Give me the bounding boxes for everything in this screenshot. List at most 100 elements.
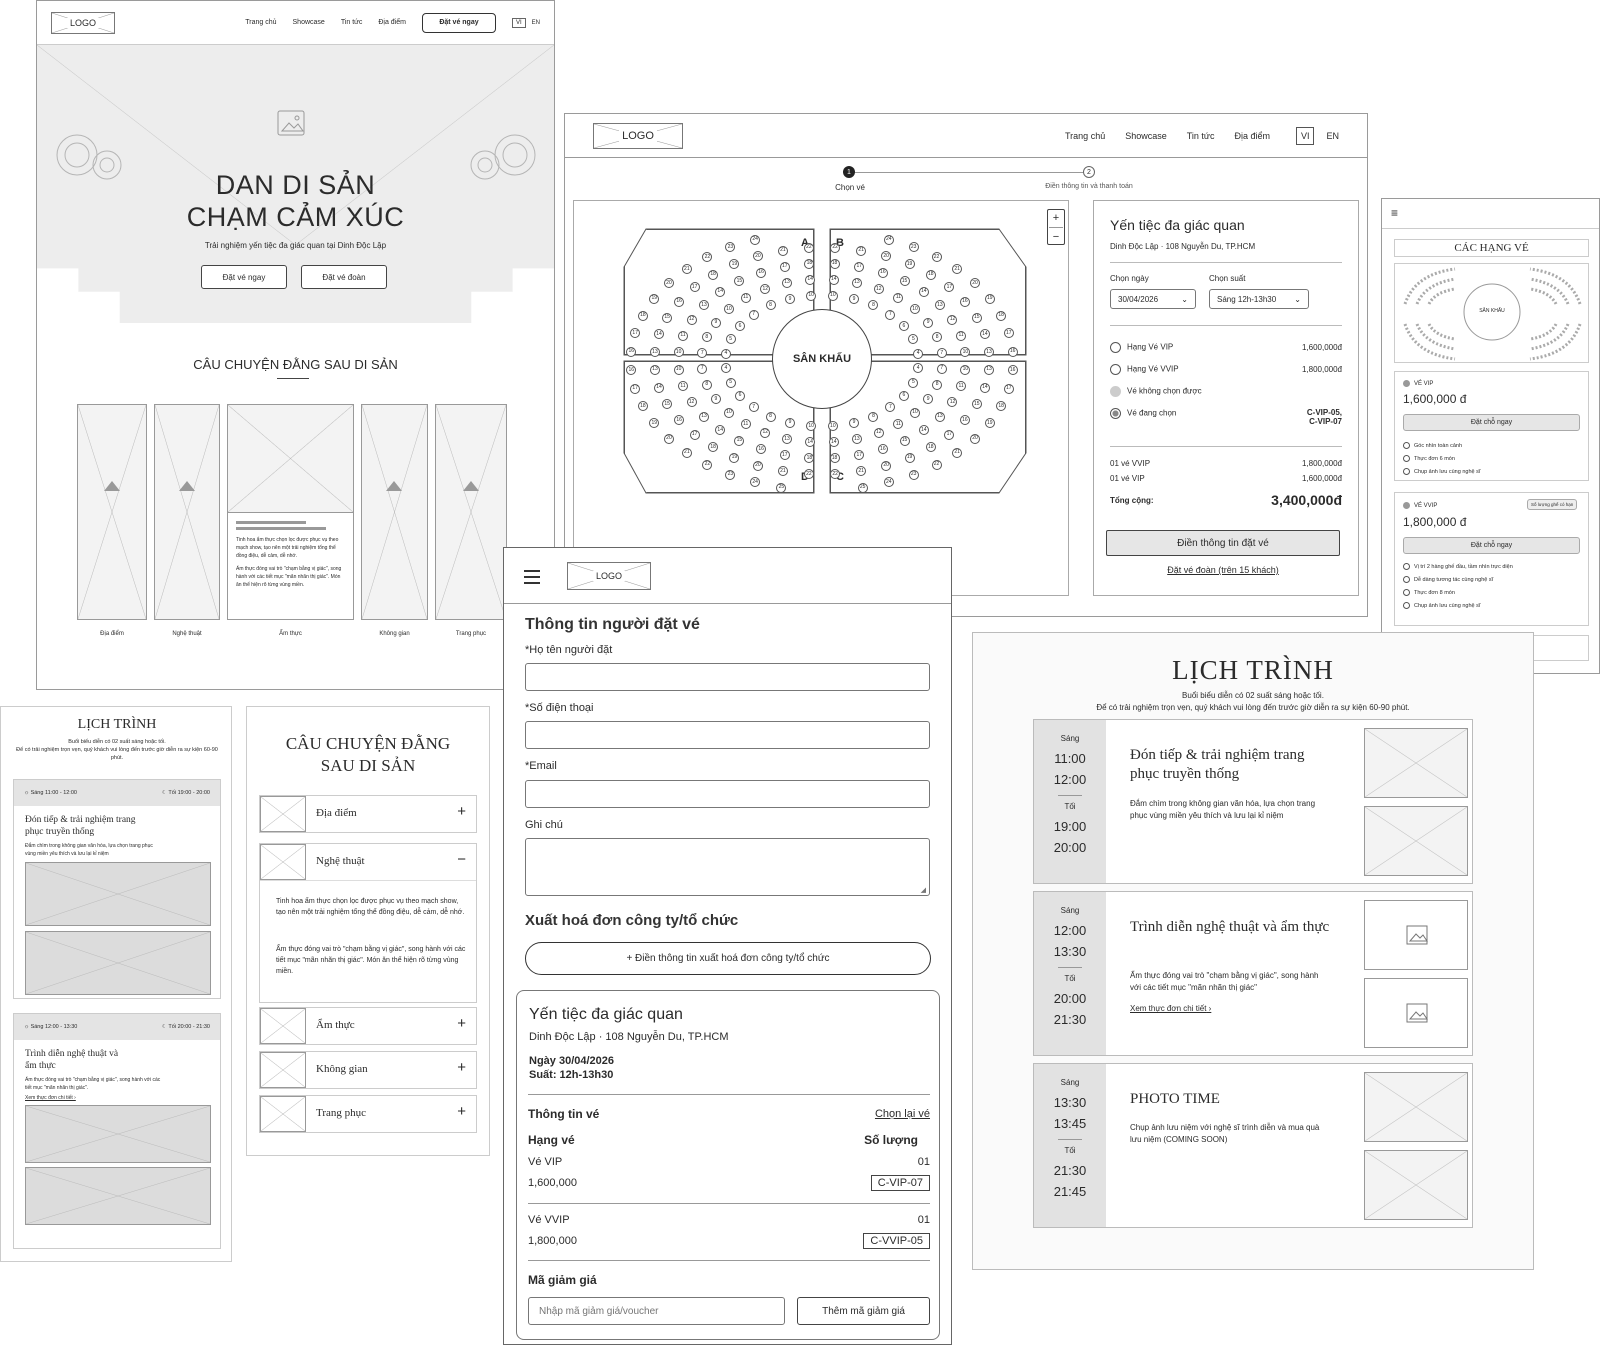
seat[interactable]: 13 xyxy=(851,277,862,288)
nav-showcase[interactable]: Showcase xyxy=(1125,131,1167,141)
seat[interactable]: 17 xyxy=(630,383,641,394)
seat[interactable]: 21 xyxy=(856,245,867,256)
plus-icon[interactable]: + xyxy=(457,803,466,820)
group-booking-link[interactable]: Đặt vé đoàn (trên 15 khách) xyxy=(1106,565,1340,575)
seat[interactable]: 17 xyxy=(854,261,865,272)
menu-detail-link[interactable]: Xem thực đơn chi tiết › xyxy=(25,1095,209,1101)
seat[interactable]: 16 xyxy=(1007,346,1018,357)
seat[interactable]: 17 xyxy=(1003,383,1014,394)
seat[interactable]: 14 xyxy=(918,286,929,297)
seat[interactable]: 10 xyxy=(827,290,838,301)
seat[interactable]: 17 xyxy=(689,429,700,440)
seat[interactable]: 7 xyxy=(936,348,947,358)
add-voucher-button[interactable]: Thêm mã giảm giá xyxy=(797,1297,930,1325)
seat[interactable]: 7 xyxy=(748,402,759,413)
seat[interactable]: 8 xyxy=(765,411,776,422)
plus-icon[interactable]: + xyxy=(457,1059,466,1076)
accordion-item[interactable]: Trang phục + xyxy=(259,1095,477,1133)
seat[interactable]: 15 xyxy=(971,312,982,323)
seat[interactable]: 13 xyxy=(649,364,660,375)
seat[interactable]: 21 xyxy=(777,245,788,256)
seat[interactable]: 5 xyxy=(725,334,736,345)
reselect-link[interactable]: Chọn lại vé xyxy=(875,1108,930,1120)
seat[interactable]: 15 xyxy=(899,276,910,287)
mini-seat-map[interactable]: SÂN KHẤU xyxy=(1394,263,1589,363)
seat[interactable]: 9 xyxy=(848,417,859,428)
legend-vvip[interactable]: Hạng Vé VVIP 1,800,000đ xyxy=(1110,364,1342,375)
nav-location[interactable]: Địa điểm xyxy=(378,19,406,26)
seat[interactable]: 20 xyxy=(752,251,763,262)
seat[interactable]: 19 xyxy=(904,452,915,463)
seat[interactable]: 10 xyxy=(806,290,817,301)
card-space-image[interactable] xyxy=(361,404,428,620)
seat[interactable]: 17 xyxy=(779,450,790,461)
seat[interactable]: 14 xyxy=(918,425,929,435)
seat[interactable]: 17 xyxy=(689,282,700,293)
seat[interactable]: 18 xyxy=(637,310,648,321)
seat[interactable]: 18 xyxy=(996,310,1007,321)
seat[interactable]: 13 xyxy=(782,277,793,288)
seat[interactable]: 11 xyxy=(740,419,751,430)
seat[interactable]: 20 xyxy=(663,433,674,444)
lang-en[interactable]: EN xyxy=(532,20,540,26)
zoom-out-button[interactable]: − xyxy=(1053,231,1059,243)
seat[interactable]: 13 xyxy=(934,300,945,311)
card-art-image[interactable] xyxy=(154,404,220,620)
seat[interactable]: 15 xyxy=(899,435,910,446)
hero-group-button[interactable]: Đặt vé đoàn xyxy=(301,265,387,289)
card-cuisine[interactable]: Tinh hoa ẩm thực chọn lọc được phục vụ t… xyxy=(227,404,354,620)
seat[interactable]: 23 xyxy=(908,242,919,253)
tier-book-button[interactable]: Đặt chỗ ngay xyxy=(1403,537,1580,554)
seat[interactable]: 4 xyxy=(913,348,924,359)
seat[interactable]: 10 xyxy=(723,407,734,418)
plus-icon[interactable]: + xyxy=(457,1103,466,1120)
seat[interactable]: 14 xyxy=(654,382,665,393)
seat[interactable]: 21 xyxy=(681,447,692,458)
lang-vi[interactable]: VI xyxy=(511,17,526,28)
seat[interactable]: 19 xyxy=(984,293,995,304)
seat[interactable]: 13 xyxy=(934,411,945,422)
seat[interactable]: 6 xyxy=(735,390,746,401)
seat[interactable]: 24 xyxy=(883,234,894,245)
accordion-item[interactable]: Không gian + xyxy=(259,1051,477,1089)
seat[interactable]: 25 xyxy=(857,482,868,493)
seat[interactable]: 12 xyxy=(873,427,884,438)
seat[interactable]: 16 xyxy=(674,296,685,307)
seat[interactable]: 10 xyxy=(910,407,921,418)
logo[interactable]: LOGO xyxy=(593,122,683,149)
show-select[interactable]: Sáng 12h-13h30 ⌄ xyxy=(1209,289,1309,309)
card-location-image[interactable] xyxy=(77,404,147,620)
seat[interactable]: 7 xyxy=(936,363,947,374)
nav-location[interactable]: Địa điểm xyxy=(1234,131,1270,141)
seat[interactable]: 14 xyxy=(828,437,839,448)
seat-map[interactable]: SÂN KHẤU A B C D + − 4567891078910111213… xyxy=(573,200,1069,596)
seat[interactable]: 23 xyxy=(908,469,919,480)
seat[interactable]: 16 xyxy=(877,267,888,278)
book-now-button[interactable]: Đặt vé ngay xyxy=(421,12,496,33)
seat[interactable]: 22 xyxy=(931,252,942,263)
seat[interactable]: 7 xyxy=(885,309,896,320)
seat[interactable]: 9 xyxy=(785,417,796,428)
accordion-item[interactable]: Địa điểm + xyxy=(259,795,477,833)
seat[interactable]: 15 xyxy=(662,312,673,323)
lang-en[interactable]: EN xyxy=(1326,131,1339,141)
seat[interactable]: 6 xyxy=(898,321,909,332)
zoom-in-button[interactable]: + xyxy=(1053,212,1059,224)
seat[interactable]: 9 xyxy=(848,294,859,305)
minus-icon[interactable]: − xyxy=(457,851,466,868)
fill-info-button[interactable]: Điền thông tin đặt vé xyxy=(1106,530,1340,556)
legend-vip[interactable]: Hạng Vé VIP 1,600,000đ xyxy=(1110,342,1342,353)
seat[interactable]: 18 xyxy=(829,258,840,269)
seat[interactable]: 12 xyxy=(686,314,697,325)
seat[interactable]: 5 xyxy=(725,377,736,388)
nav-home[interactable]: Trang chủ xyxy=(1065,131,1105,141)
seat[interactable]: 18 xyxy=(829,453,840,464)
note-textarea[interactable]: ◢ xyxy=(525,838,930,896)
seat[interactable]: 21 xyxy=(952,447,963,458)
seat[interactable]: 24 xyxy=(750,234,761,245)
seat[interactable]: 6 xyxy=(898,390,909,401)
seat[interactable]: 22 xyxy=(830,242,841,253)
accordion-item[interactable]: Nghệ thuật − Tinh hoa ẩm thực chọn lọc đ… xyxy=(259,843,477,1003)
nav-news[interactable]: Tin tức xyxy=(341,19,363,26)
seat[interactable]: 19 xyxy=(904,259,915,270)
